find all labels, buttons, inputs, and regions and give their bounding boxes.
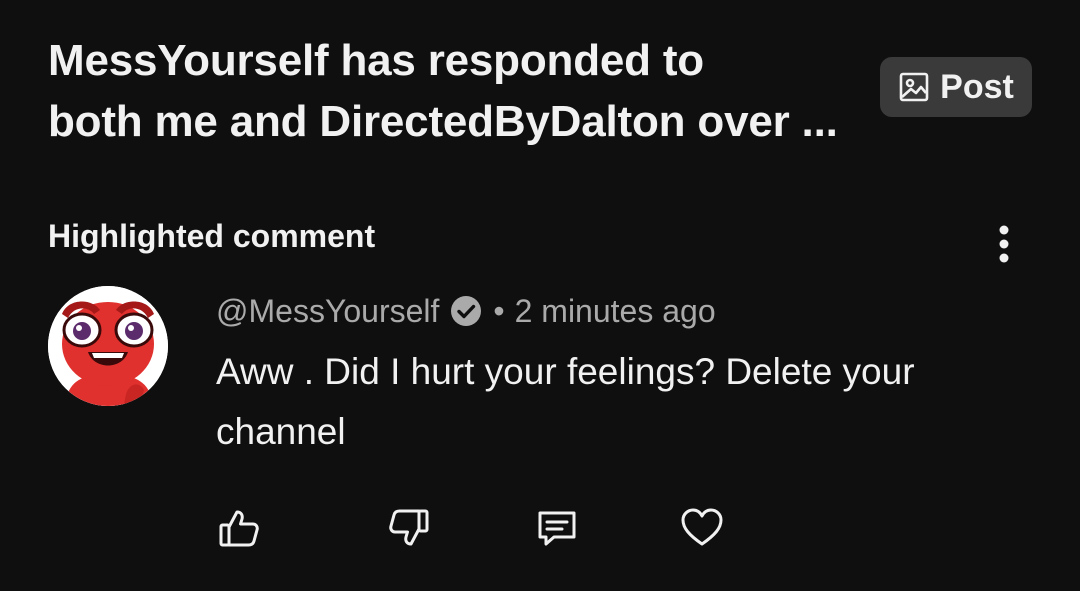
more-options-button[interactable] (984, 220, 1024, 268)
image-icon (898, 71, 930, 103)
comment-timestamp: 2 minutes ago (514, 292, 716, 329)
heart-button[interactable] (678, 504, 726, 552)
meta-separator: • (493, 292, 505, 329)
comment-text: Aww . Did I hurt your feelings? Delete y… (216, 351, 915, 452)
verified-check-icon (449, 294, 483, 328)
comment-meta: @MessYourself • 2 minutes ago (216, 290, 716, 332)
post-title[interactable]: MessYourself has responded to both me an… (48, 30, 858, 152)
like-button[interactable] (215, 504, 263, 552)
highlighted-comment-label: Highlighted comment (48, 218, 376, 254)
avatar[interactable] (48, 286, 168, 406)
thumbs-down-icon (387, 506, 431, 550)
comment-icon (534, 505, 580, 551)
author-handle[interactable]: @MessYourself (216, 293, 439, 330)
post-button[interactable]: Post (880, 57, 1032, 117)
comment-screen: MessYourself has responded to both me an… (0, 0, 1080, 591)
comment-actions (0, 504, 1080, 552)
reply-button[interactable] (533, 504, 581, 552)
heart-icon (679, 505, 725, 551)
post-button-label: Post (940, 67, 1014, 106)
thumbs-up-icon (217, 506, 261, 550)
dislike-button[interactable] (385, 504, 433, 552)
more-vertical-icon (997, 224, 1011, 264)
